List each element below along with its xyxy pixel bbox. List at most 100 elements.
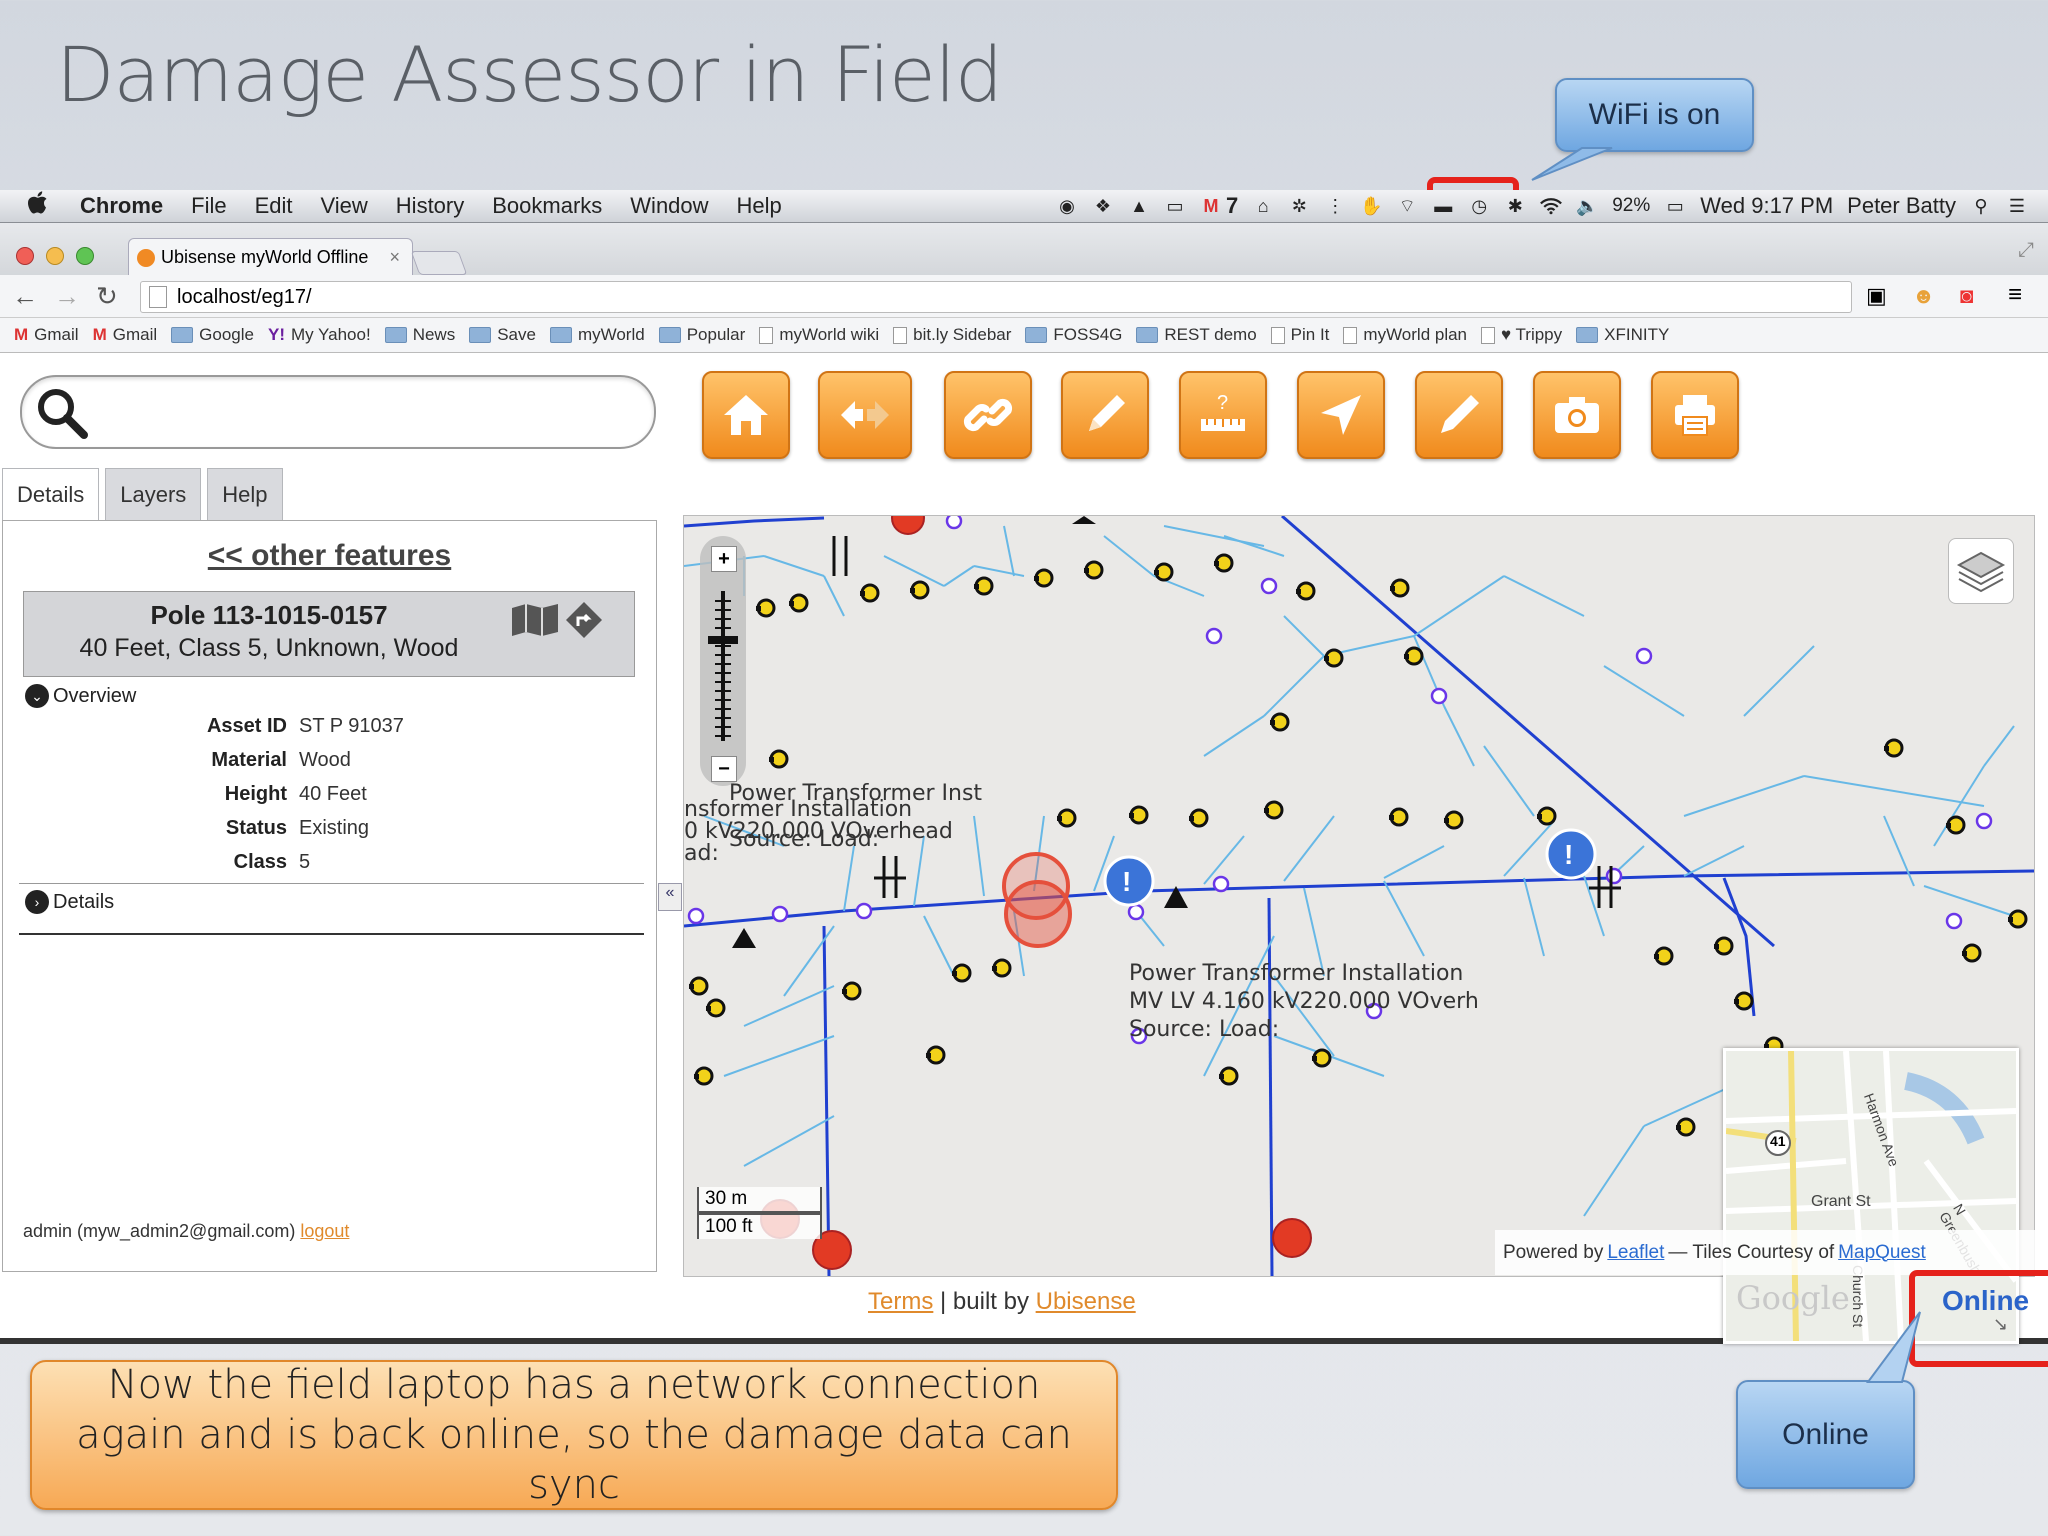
layers-button[interactable] (1948, 538, 2014, 604)
sync-icon[interactable]: ✲ (1288, 195, 1310, 217)
gmail-notifier-icon[interactable]: M (1200, 195, 1222, 217)
zoom-window-button[interactable] (76, 247, 94, 265)
tab-details[interactable]: Details (2, 468, 100, 521)
drive-icon[interactable]: ▲ (1128, 195, 1150, 217)
menu-window[interactable]: Window (630, 193, 708, 219)
spotlight-icon[interactable]: ⚲ (1970, 195, 1992, 217)
time-machine-icon[interactable]: ◷ (1468, 195, 1490, 217)
navigate-button[interactable] (1297, 371, 1385, 459)
apple-icon[interactable] (28, 191, 52, 221)
bookmark-item[interactable]: myWorld (549, 325, 645, 345)
pole-marker (1270, 712, 1290, 732)
bookmark-item[interactable]: FOSS4G (1025, 325, 1122, 345)
menu-bookmarks[interactable]: Bookmarks (492, 193, 602, 219)
window-icon[interactable]: ▭ (1164, 195, 1186, 217)
new-tab-button[interactable] (410, 251, 468, 275)
zoom-out-button[interactable]: − (711, 756, 737, 782)
menubar-clock[interactable]: Wed 9:17 PM (1700, 193, 1833, 219)
bookmark-item[interactable]: REST demo (1136, 325, 1257, 345)
folder-icon (658, 327, 681, 343)
bluetooth-icon[interactable]: ✱ (1504, 195, 1526, 217)
menu-help[interactable]: Help (737, 193, 782, 219)
home-icon (724, 395, 768, 435)
menu-history[interactable]: History (396, 193, 464, 219)
edit-button[interactable] (1061, 371, 1149, 459)
pencil-button[interactable] (1415, 371, 1503, 459)
bookmark-item[interactable]: Save (469, 325, 536, 345)
footer-text: | built by (933, 1288, 1036, 1315)
battery-icon[interactable]: ▭ (1664, 195, 1686, 217)
activity-icon[interactable]: ⋮ (1324, 195, 1346, 217)
pole-marker (694, 1066, 714, 1086)
map-icon[interactable] (510, 602, 560, 638)
map-label: Power Transformer Installation (1129, 961, 1464, 986)
collapse-panel-button[interactable]: « (658, 883, 682, 911)
back-forward-button[interactable] (818, 371, 912, 459)
bookmark-item[interactable]: myWorld plan (1343, 325, 1467, 345)
service-line (923, 915, 955, 977)
directions-icon[interactable] (564, 600, 604, 640)
extension-icon-2[interactable]: ☻ (1912, 283, 1935, 309)
tab-help[interactable]: Help (207, 468, 283, 521)
bookmark-label: FOSS4G (1053, 325, 1123, 344)
tab-layers[interactable]: Layers (105, 468, 202, 521)
ubisense-link[interactable]: Ubisense (1036, 1288, 1136, 1315)
bookmark-item[interactable]: bit.ly Sidebar (893, 325, 1011, 345)
bookmark-item[interactable]: M Gmail (14, 325, 79, 345)
minimap-street-label: Grant St (1811, 1193, 1871, 1210)
forward-arrow-icon[interactable]: → (54, 281, 80, 312)
camera-button[interactable] (1533, 371, 1621, 459)
menu-file[interactable]: File (191, 193, 226, 219)
bookmark-item[interactable]: Google (171, 325, 254, 345)
leaflet-link[interactable]: Leaflet (1607, 1242, 1664, 1264)
bookmark-item[interactable]: Pin It (1270, 325, 1329, 345)
bookmark-item[interactable]: myWorld wiki (759, 325, 879, 345)
bookmark-item[interactable]: ♥ Trippy (1481, 325, 1562, 345)
link-button[interactable] (944, 371, 1032, 459)
measure-button[interactable]: ? (1179, 371, 1267, 459)
bookmark-item[interactable]: News (384, 325, 455, 345)
overview-section-toggle[interactable]: ⌄ Overview (25, 681, 635, 711)
layers-icon (1956, 551, 2006, 593)
notification-center-icon[interactable]: ☰ (2006, 195, 2028, 217)
minimize-window-button[interactable] (46, 247, 64, 265)
terms-link[interactable]: Terms (868, 1288, 933, 1315)
hand-icon[interactable]: ✋ (1360, 195, 1382, 217)
fullscreen-icon[interactable]: ⤢ (2018, 239, 2034, 262)
menubar-user[interactable]: Peter Batty (1847, 193, 1956, 219)
volume-icon[interactable]: 🔈 (1576, 195, 1598, 217)
keyboard-icon[interactable]: ▬ (1432, 195, 1454, 217)
evernote-icon[interactable]: ◉ (1056, 195, 1078, 217)
home-tray-icon[interactable]: ⌂ (1252, 195, 1274, 217)
extension-icon[interactable]: ▣ (1866, 283, 1887, 309)
bookmark-item[interactable]: XFINITY (1576, 325, 1669, 345)
chrome-menu-icon[interactable]: ≡ (2008, 281, 2022, 309)
pole-marker (974, 576, 994, 596)
bookmark-item[interactable]: M Gmail (93, 325, 158, 345)
reload-icon[interactable]: ↻ (96, 281, 118, 312)
wifi-icon[interactable] (1540, 195, 1563, 217)
zoom-in-button[interactable]: + (711, 546, 737, 572)
print-button[interactable] (1651, 371, 1739, 459)
other-features-link[interactable]: << other features (3, 539, 656, 573)
search-input[interactable] (20, 375, 656, 449)
close-window-button[interactable] (16, 247, 34, 265)
bookmark-item[interactable]: Y! My Yahoo! (268, 325, 371, 345)
tab-close-icon[interactable]: × (389, 247, 400, 268)
browser-tab[interactable]: Ubisense myWorld Offline × (128, 238, 413, 276)
address-bar[interactable]: localhost/eg17/ (140, 281, 1852, 313)
airport-icon[interactable]: ⌔ (1396, 195, 1418, 217)
details-section-toggle[interactable]: › Details (25, 887, 635, 917)
home-button[interactable] (702, 371, 790, 459)
menu-view[interactable]: View (321, 193, 368, 219)
menu-chrome[interactable]: Chrome (80, 193, 163, 219)
dropbox-icon[interactable]: ❖ (1092, 195, 1114, 217)
extension-icon-3[interactable]: ◙ (1960, 283, 1973, 309)
back-arrow-icon[interactable]: ← (12, 281, 38, 312)
logout-link[interactable]: logout (300, 1221, 349, 1241)
bookmark-item[interactable]: Popular (658, 325, 745, 345)
mapquest-link[interactable]: MapQuest (1838, 1242, 1926, 1264)
menu-edit[interactable]: Edit (255, 193, 293, 219)
connection-point (1945, 912, 1963, 930)
page-icon (893, 326, 908, 344)
